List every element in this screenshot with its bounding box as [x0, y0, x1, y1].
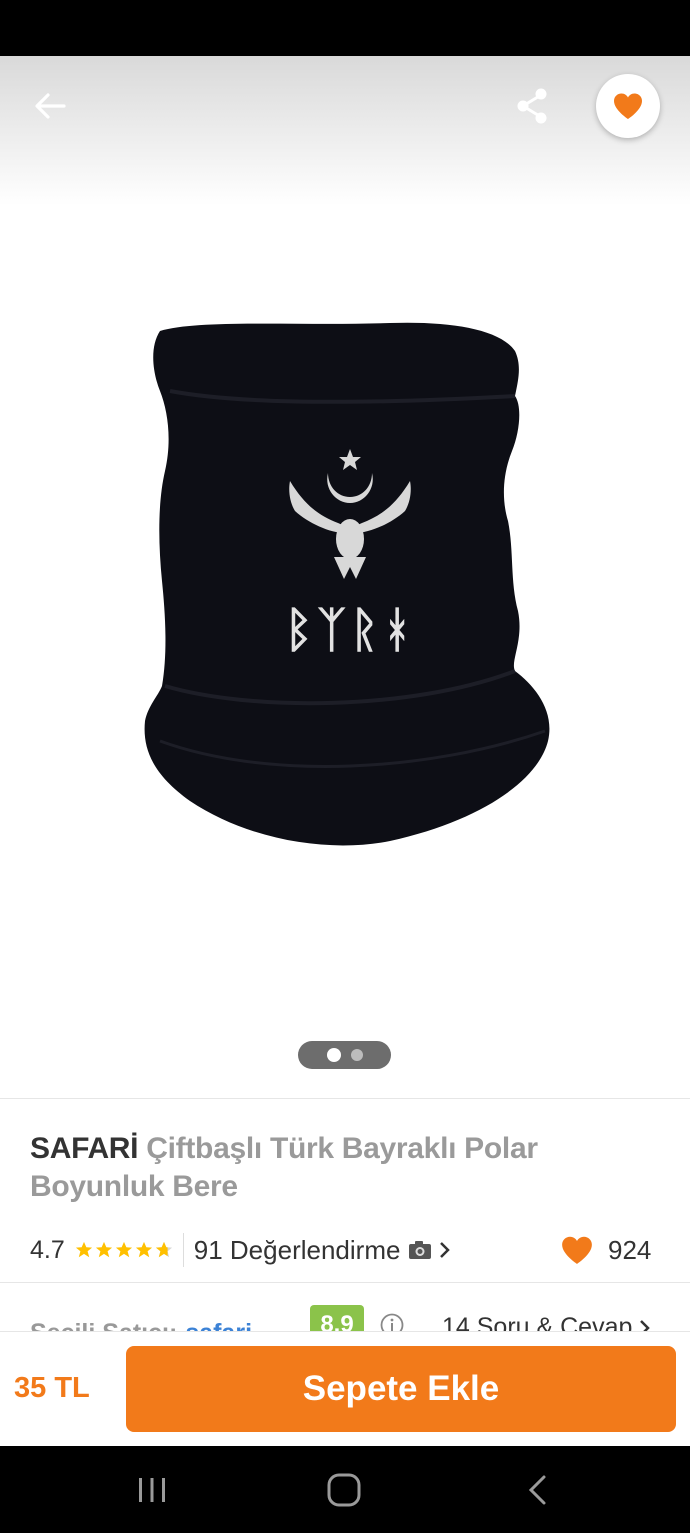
product-photo: ᛒᛉᚱᚼ — [144, 322, 550, 846]
heart-icon — [614, 93, 642, 119]
likes-count: 924 — [608, 1234, 652, 1265]
star-icon — [95, 1241, 112, 1258]
rating-value: 4.7 — [30, 1235, 65, 1264]
rating-stars — [75, 1241, 173, 1259]
camera-icon — [409, 1241, 432, 1259]
star-icon — [115, 1241, 132, 1258]
divider — [0, 1282, 690, 1283]
arrow-left-icon — [35, 93, 66, 119]
back-button[interactable] — [28, 84, 72, 128]
questions-answers-label: 14 Soru & Cevap — [442, 1313, 633, 1331]
header-gradient — [0, 56, 690, 206]
favorite-button[interactable] — [596, 74, 660, 138]
star-half-icon — [155, 1241, 172, 1258]
star-icon — [135, 1241, 152, 1258]
star-icon — [75, 1241, 92, 1258]
image-pager[interactable] — [298, 1041, 391, 1069]
product-image-gallery[interactable]: ᛒᛉᚱᚼ — [0, 56, 690, 1098]
home-icon[interactable] — [326, 1472, 362, 1508]
purchase-bar: 35 TL Sepete Ekle — [0, 1331, 690, 1446]
likes[interactable]: 924 — [560, 1230, 651, 1270]
seller-row: Seçili Satıcı: safari 8.9 14 Soru & Ceva… — [30, 1305, 670, 1331]
heart-icon — [562, 1236, 592, 1264]
share-button[interactable] — [508, 82, 556, 130]
seller-score-badge: 8.9 — [310, 1305, 364, 1331]
seller-row-content: Seçili Satıcı: safari 8.9 14 Soru & Ceva… — [30, 1305, 670, 1332]
seller-name-link[interactable]: safari — [185, 1319, 252, 1332]
separator — [182, 1233, 184, 1267]
questions-answers-link[interactable]: 14 Soru & Cevap — [442, 1313, 651, 1331]
pager-dot-1[interactable] — [326, 1048, 341, 1062]
add-to-cart-label: Sepete Ekle — [302, 1369, 500, 1408]
divider — [0, 1098, 690, 1099]
system-back-icon[interactable] — [526, 1474, 548, 1506]
product-brand[interactable]: SAFARİ — [30, 1132, 139, 1165]
info-icon[interactable] — [380, 1313, 404, 1331]
chevron-right-icon — [440, 1242, 451, 1258]
seller-label: Seçili Satıcı: — [30, 1319, 177, 1332]
reviews-link[interactable]: 91 Değerlendirme — [194, 1235, 401, 1266]
status-bar — [0, 0, 690, 56]
recent-apps-icon[interactable] — [136, 1476, 168, 1504]
add-to-cart-button[interactable]: Sepete Ekle — [126, 1346, 676, 1432]
chevron-right-icon — [640, 1319, 651, 1331]
share-icon — [517, 88, 547, 124]
system-navigation-bar — [0, 1446, 690, 1533]
product-title: SAFARİ Çiftbaşlı Türk Bayraklı Polar Boy… — [30, 1130, 660, 1206]
price: 35 TL — [14, 1372, 90, 1404]
pager-dot-2[interactable] — [350, 1049, 363, 1061]
svg-text:ᛒᛉᚱᚼ: ᛒᛉᚱᚼ — [284, 604, 415, 657]
